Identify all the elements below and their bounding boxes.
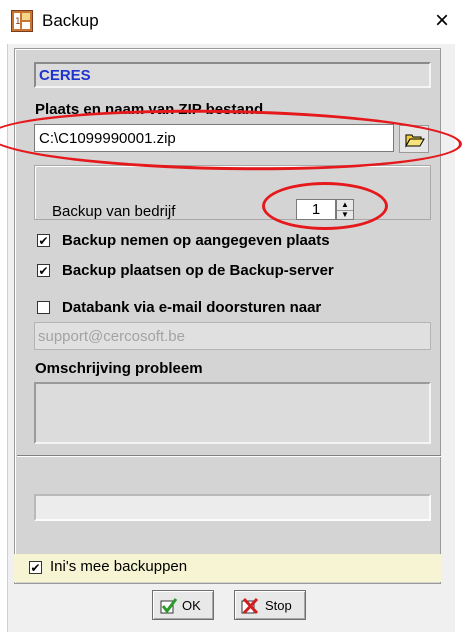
- close-button[interactable]: ×: [428, 6, 456, 36]
- title-bar: 1 Backup ×: [0, 0, 462, 44]
- window-title: Backup: [42, 11, 99, 30]
- problem-description-field[interactable]: [34, 382, 431, 444]
- check-icon: ✔: [38, 234, 49, 248]
- svg-text:1: 1: [15, 17, 21, 27]
- checkbox-backup-location[interactable]: ✔: [37, 234, 50, 247]
- checkbox-backup-server[interactable]: ✔: [37, 264, 50, 277]
- backup-company-label: Backup van bedrijf: [52, 203, 176, 220]
- stop-cross-icon: [241, 597, 259, 615]
- problem-label: Omschrijving probleem: [35, 360, 203, 377]
- checkbox-ini-backup[interactable]: ✔: [29, 561, 42, 574]
- option-email-database-label: Databank via e-mail doorsturen naar: [62, 299, 322, 316]
- company-field: CERES: [34, 62, 431, 88]
- checkbox-email-database[interactable]: [37, 301, 50, 314]
- annotation-circle-spinner: [262, 182, 388, 230]
- ini-backup-label: Ini's mee backuppen: [50, 558, 188, 575]
- app-icon: 1: [11, 10, 33, 32]
- email-field[interactable]: support@cercosoft.be: [34, 322, 431, 350]
- close-icon: ×: [434, 7, 449, 34]
- option-backup-server-label: Backup plaatsen op de Backup-server: [62, 262, 334, 279]
- divider: [17, 455, 441, 457]
- ok-check-icon: [160, 598, 178, 614]
- check-icon: ✔: [38, 264, 49, 278]
- stop-label: Stop: [265, 598, 292, 613]
- status-box: [34, 494, 431, 521]
- option-backup-location-label: Backup nemen op aangegeven plaats: [62, 232, 330, 249]
- check-icon: ✔: [30, 561, 41, 575]
- ok-label: OK: [182, 598, 201, 613]
- stop-button[interactable]: Stop: [234, 590, 306, 620]
- ok-button[interactable]: OK: [152, 590, 214, 620]
